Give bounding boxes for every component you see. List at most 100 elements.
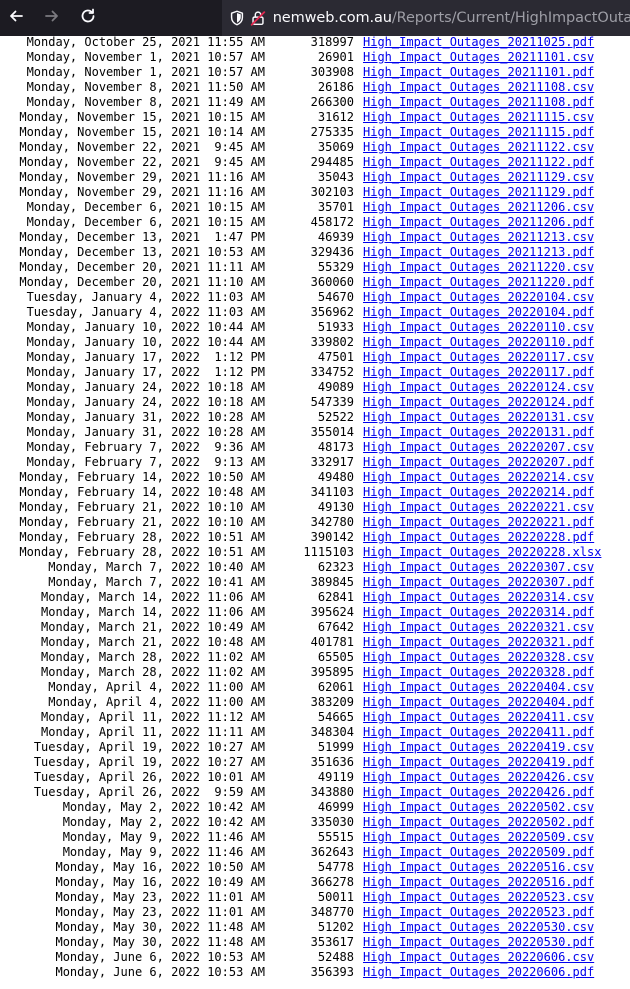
file-link[interactable]: High_Impact_Outages_20211122.csv bbox=[363, 140, 594, 155]
file-link[interactable]: High_Impact_Outages_20220314.csv bbox=[363, 590, 594, 605]
file-size: 54670 bbox=[317, 290, 354, 304]
list-item: Monday, April 4, 2022 11:00 AM 62061 High_… bbox=[0, 680, 630, 695]
file-link[interactable]: High_Impact_Outages_20220516.csv bbox=[363, 860, 594, 875]
file-link[interactable]: High_Impact_Outages_20211115.csv bbox=[363, 110, 594, 125]
file-link[interactable]: High_Impact_Outages_20220328.csv bbox=[363, 650, 594, 665]
file-link[interactable]: High_Impact_Outages_20211122.pdf bbox=[363, 155, 594, 170]
file-link[interactable]: High_Impact_Outages_20220419.pdf bbox=[363, 755, 594, 770]
file-link[interactable]: High_Impact_Outages_20220523.csv bbox=[363, 890, 594, 905]
file-link[interactable]: High_Impact_Outages_20220426.pdf bbox=[363, 785, 594, 800]
file-link[interactable]: High_Impact_Outages_20211108.csv bbox=[363, 80, 594, 95]
file-link[interactable]: High_Impact_Outages_20220419.csv bbox=[363, 740, 594, 755]
file-date: Monday, January 31, 2022 10:28 AM bbox=[26, 410, 265, 424]
file-link[interactable]: High_Impact_Outages_20220426.csv bbox=[363, 770, 594, 785]
reload-button[interactable] bbox=[74, 4, 102, 32]
file-link[interactable]: High_Impact_Outages_20220117.csv bbox=[363, 350, 594, 365]
file-link[interactable]: High_Impact_Outages_20211213.csv bbox=[363, 230, 594, 245]
insecure-lock-icon[interactable] bbox=[248, 8, 266, 28]
file-size: 343880 bbox=[310, 785, 354, 799]
file-link[interactable]: High_Impact_Outages_20220104.pdf bbox=[363, 305, 594, 320]
list-item: Monday, February 28, 2022 10:51 AM 390142… bbox=[0, 530, 630, 545]
address-bar[interactable]: nemweb.com.au/Reports/Current/HighImpact… bbox=[222, 0, 630, 36]
file-link[interactable]: High_Impact_Outages_20211025.pdf bbox=[363, 35, 594, 50]
file-link[interactable]: High_Impact_Outages_20211220.pdf bbox=[363, 275, 594, 290]
file-link[interactable]: High_Impact_Outages_20220307.csv bbox=[363, 560, 594, 575]
file-link[interactable]: High_Impact_Outages_20211129.csv bbox=[363, 170, 594, 185]
file-link[interactable]: High_Impact_Outages_20220328.pdf bbox=[363, 665, 594, 680]
file-link[interactable]: High_Impact_Outages_20220606.pdf bbox=[363, 965, 594, 980]
file-date: Monday, March 14, 2022 11:06 AM bbox=[41, 605, 265, 619]
file-link[interactable]: High_Impact_Outages_20220214.csv bbox=[363, 470, 594, 485]
file-link[interactable]: High_Impact_Outages_20220314.pdf bbox=[363, 605, 594, 620]
file-link[interactable]: High_Impact_Outages_20220404.csv bbox=[363, 680, 594, 695]
file-date: Monday, March 7, 2022 10:41 AM bbox=[48, 575, 265, 589]
file-link[interactable]: High_Impact_Outages_20220321.pdf bbox=[363, 635, 594, 650]
file-link[interactable]: High_Impact_Outages_20211206.pdf bbox=[363, 215, 594, 230]
file-link[interactable]: High_Impact_Outages_20211115.pdf bbox=[363, 125, 594, 140]
shield-icon[interactable] bbox=[228, 8, 246, 28]
file-size: 47501 bbox=[317, 350, 354, 364]
file-link[interactable]: High_Impact_Outages_20220404.pdf bbox=[363, 695, 594, 710]
file-size: 26901 bbox=[317, 50, 354, 64]
file-link[interactable]: High_Impact_Outages_20220411.pdf bbox=[363, 725, 594, 740]
back-button[interactable] bbox=[2, 4, 30, 32]
file-link[interactable]: High_Impact_Outages_20220228.pdf bbox=[363, 530, 594, 545]
file-link[interactable]: High_Impact_Outages_20220221.pdf bbox=[363, 515, 594, 530]
file-link[interactable]: High_Impact_Outages_20220214.pdf bbox=[363, 485, 594, 500]
file-link[interactable]: High_Impact_Outages_20220110.csv bbox=[363, 320, 594, 335]
file-link[interactable]: High_Impact_Outages_20220131.pdf bbox=[363, 425, 594, 440]
file-link[interactable]: High_Impact_Outages_20211101.pdf bbox=[363, 65, 594, 80]
file-link[interactable]: High_Impact_Outages_20220321.csv bbox=[363, 620, 594, 635]
file-link[interactable]: High_Impact_Outages_20211213.pdf bbox=[363, 245, 594, 260]
url-text[interactable]: nemweb.com.au/Reports/Current/HighImpact… bbox=[273, 10, 630, 26]
file-link[interactable]: High_Impact_Outages_20220207.csv bbox=[363, 440, 594, 455]
list-item: Monday, November 22, 2021 9:45 AM 35069 Hi… bbox=[0, 140, 630, 155]
file-link[interactable]: High_Impact_Outages_20211129.pdf bbox=[363, 185, 594, 200]
file-link[interactable]: High_Impact_Outages_20220104.csv bbox=[363, 290, 594, 305]
list-item: Monday, January 31, 2022 10:28 AM 355014 H… bbox=[0, 425, 630, 440]
file-size: 351636 bbox=[310, 755, 354, 769]
file-link[interactable]: High_Impact_Outages_20211220.csv bbox=[363, 260, 594, 275]
file-link[interactable]: High_Impact_Outages_20220131.csv bbox=[363, 410, 594, 425]
file-date: Monday, May 9, 2022 11:46 AM bbox=[62, 830, 265, 844]
file-link[interactable]: High_Impact_Outages_20220124.csv bbox=[363, 380, 594, 395]
list-item: Monday, March 14, 2022 11:06 AM 395624 Hig… bbox=[0, 605, 630, 620]
file-link[interactable]: High_Impact_Outages_20220207.pdf bbox=[363, 455, 594, 470]
file-link[interactable]: High_Impact_Outages_20220110.pdf bbox=[363, 335, 594, 350]
reload-icon bbox=[79, 7, 97, 29]
file-link[interactable]: High_Impact_Outages_20220530.pdf bbox=[363, 935, 594, 950]
file-link[interactable]: High_Impact_Outages_20220523.pdf bbox=[363, 905, 594, 920]
file-link[interactable]: High_Impact_Outages_20220124.pdf bbox=[363, 395, 594, 410]
file-size: 334752 bbox=[310, 365, 354, 379]
file-link[interactable]: High_Impact_Outages_20211101.csv bbox=[363, 50, 594, 65]
file-link[interactable]: High_Impact_Outages_20220509.pdf bbox=[363, 845, 594, 860]
file-size: 353617 bbox=[310, 935, 354, 949]
file-link[interactable]: High_Impact_Outages_20220502.pdf bbox=[363, 815, 594, 830]
file-link[interactable]: High_Impact_Outages_20211206.csv bbox=[363, 200, 594, 215]
file-size: 48173 bbox=[317, 440, 354, 454]
file-date: Monday, November 1, 2021 10:57 AM bbox=[26, 65, 265, 79]
list-item: Monday, March 21, 2022 10:48 AM 401781 Hig… bbox=[0, 635, 630, 650]
file-link[interactable]: High_Impact_Outages_20220530.csv bbox=[363, 920, 594, 935]
file-link[interactable]: High_Impact_Outages_20220221.csv bbox=[363, 500, 594, 515]
file-size: 54778 bbox=[317, 860, 354, 874]
file-link[interactable]: High_Impact_Outages_20220502.csv bbox=[363, 800, 594, 815]
file-link[interactable]: High_Impact_Outages_20220509.csv bbox=[363, 830, 594, 845]
file-link[interactable]: High_Impact_Outages_20211108.pdf bbox=[363, 95, 594, 110]
list-item: Monday, April 4, 2022 11:00 AM 383209 High… bbox=[0, 695, 630, 710]
file-link[interactable]: High_Impact_Outages_20220606.csv bbox=[363, 950, 594, 965]
file-size: 355014 bbox=[310, 425, 354, 439]
forward-button[interactable] bbox=[38, 4, 66, 32]
file-link[interactable]: High_Impact_Outages_20220228.xlsx bbox=[363, 545, 601, 560]
file-size: 31612 bbox=[317, 110, 354, 124]
file-size: 65505 bbox=[317, 650, 354, 664]
file-date: Tuesday, April 26, 2022 10:01 AM bbox=[33, 770, 265, 784]
list-item: Monday, December 6, 2021 10:15 AM 458172 H… bbox=[0, 215, 630, 230]
file-link[interactable]: High_Impact_Outages_20220516.pdf bbox=[363, 875, 594, 890]
file-date: Monday, December 13, 2021 10:53 AM bbox=[19, 245, 265, 259]
file-date: Monday, October 25, 2021 11:55 AM bbox=[26, 35, 265, 49]
file-link[interactable]: High_Impact_Outages_20220307.pdf bbox=[363, 575, 594, 590]
file-link[interactable]: High_Impact_Outages_20220117.pdf bbox=[363, 365, 594, 380]
file-link[interactable]: High_Impact_Outages_20220411.csv bbox=[363, 710, 594, 725]
list-item: Monday, April 11, 2022 11:11 AM 348304 Hig… bbox=[0, 725, 630, 740]
